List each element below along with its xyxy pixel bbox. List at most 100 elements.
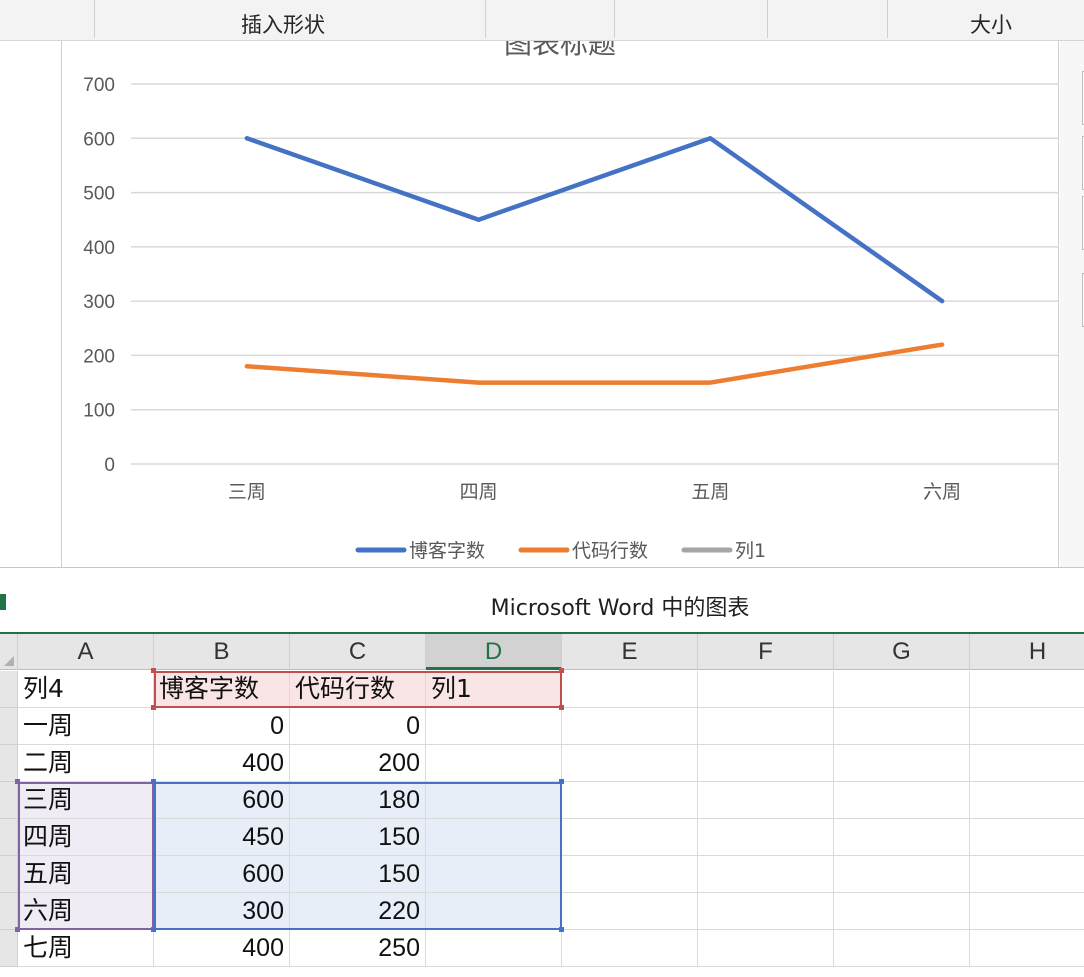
cell-h2[interactable] [970,708,1084,745]
row-header[interactable] [0,819,18,856]
cell-h5[interactable] [970,819,1084,856]
cell-f3[interactable] [698,745,834,782]
column-header-g[interactable]: G [834,634,970,670]
cell-a3[interactable]: 二周 [18,745,154,782]
cell-c3[interactable]: 200 [290,745,426,782]
cell-b6[interactable]: 600 [154,856,290,893]
size-group-label[interactable]: 大小 [970,9,1012,39]
range-resize-handle[interactable] [559,705,564,710]
range-resize-handle[interactable] [151,705,156,710]
cell-c5[interactable]: 150 [290,819,426,856]
cell-f6[interactable] [698,856,834,893]
legend-label[interactable]: 列1 [735,540,766,562]
cell-b7[interactable]: 300 [154,893,290,930]
series-line[interactable] [244,136,945,304]
range-resize-handle[interactable] [15,927,20,932]
cell-d1[interactable]: 列1 [426,671,562,708]
cell-b5[interactable]: 450 [154,819,290,856]
cell-b1[interactable]: 博客字数 [154,671,290,708]
chart-title[interactable]: 图表标题 [504,41,616,60]
chart-area[interactable]: 0 100 200 300 400 500 600 700 三周 四周 五周 六周 博客字数 代码行数… [0,41,1084,567]
cell-c8[interactable]: 250 [290,930,426,967]
cell-h3[interactable] [970,745,1084,782]
cell-g8[interactable] [834,930,970,967]
cell-e6[interactable] [562,856,698,893]
column-header-d[interactable]: D [426,634,562,670]
cell-d6[interactable] [426,856,562,893]
cell-a2[interactable]: 一周 [18,708,154,745]
cell-d7[interactable] [426,893,562,930]
column-header-c[interactable]: C [290,634,426,670]
cell-e5[interactable] [562,819,698,856]
column-header-a[interactable]: A [18,634,154,670]
window-title-bar[interactable]: Microsoft Word 中的图表 [0,568,1084,634]
cell-b2[interactable]: 0 [154,708,290,745]
row-header[interactable] [0,893,18,930]
cell-f1[interactable] [698,671,834,708]
cell-h6[interactable] [970,856,1084,893]
row-header[interactable] [0,782,18,819]
range-resize-handle[interactable] [151,668,156,673]
cell-c1[interactable]: 代码行数 [290,671,426,708]
cell-g6[interactable] [834,856,970,893]
column-header-b[interactable]: B [154,634,290,670]
cell-f7[interactable] [698,893,834,930]
line-chart[interactable]: 0 100 200 300 400 500 600 700 三周 四周 五周 六周 博客字数 代码行数… [0,41,1060,567]
range-resize-handle[interactable] [151,779,156,784]
cell-d3[interactable] [426,745,562,782]
column-header-e[interactable]: E [562,634,698,670]
row-header[interactable] [0,708,18,745]
cell-e3[interactable] [562,745,698,782]
cell-d2[interactable] [426,708,562,745]
series-line[interactable] [244,342,945,385]
range-resize-handle[interactable] [15,779,20,784]
cell-c7[interactable]: 220 [290,893,426,930]
select-all-corner[interactable] [0,634,18,670]
cell-c4[interactable]: 180 [290,782,426,819]
cell-b4[interactable]: 600 [154,782,290,819]
cell-b8[interactable]: 400 [154,930,290,967]
range-resize-handle[interactable] [559,779,564,784]
cell-f5[interactable] [698,819,834,856]
cell-e2[interactable] [562,708,698,745]
legend-label[interactable]: 博客字数 [409,540,485,562]
cell-e4[interactable] [562,782,698,819]
cell-g4[interactable] [834,782,970,819]
cell-e7[interactable] [562,893,698,930]
range-resize-handle[interactable] [559,927,564,932]
row-header[interactable] [0,671,18,708]
cell-g5[interactable] [834,819,970,856]
cell-h1[interactable] [970,671,1084,708]
column-header-h[interactable]: H [970,634,1084,670]
cell-g1[interactable] [834,671,970,708]
cell-a7[interactable]: 六周 [18,893,154,930]
cell-e8[interactable] [562,930,698,967]
cell-h4[interactable] [970,782,1084,819]
cell-g2[interactable] [834,708,970,745]
legend-label[interactable]: 代码行数 [572,540,648,562]
cell-a8[interactable]: 七周 [18,930,154,967]
cell-d4[interactable] [426,782,562,819]
cell-d8[interactable] [426,930,562,967]
cell-g7[interactable] [834,893,970,930]
cell-e1[interactable] [562,671,698,708]
cell-f4[interactable] [698,782,834,819]
cell-a5[interactable]: 四周 [18,819,154,856]
range-resize-handle[interactable] [559,668,564,673]
cell-c2[interactable]: 0 [290,708,426,745]
range-resize-handle[interactable] [151,927,156,932]
row-header[interactable] [0,745,18,782]
cell-b3[interactable]: 400 [154,745,290,782]
row-header[interactable] [0,930,18,967]
cell-h7[interactable] [970,893,1084,930]
column-header-f[interactable]: F [698,634,834,670]
cell-a6[interactable]: 五周 [18,856,154,893]
cell-a1[interactable]: 列4 [18,671,154,708]
spreadsheet-grid[interactable]: ABCDEFGH 列4 博客字数 代码行数 列1 一周 0 0 二周 400 200 三周 600 18… [0,634,1084,977]
cell-c6[interactable]: 150 [290,856,426,893]
cell-g3[interactable] [834,745,970,782]
cell-f8[interactable] [698,930,834,967]
cell-d5[interactable] [426,819,562,856]
cell-f2[interactable] [698,708,834,745]
row-header[interactable] [0,856,18,893]
